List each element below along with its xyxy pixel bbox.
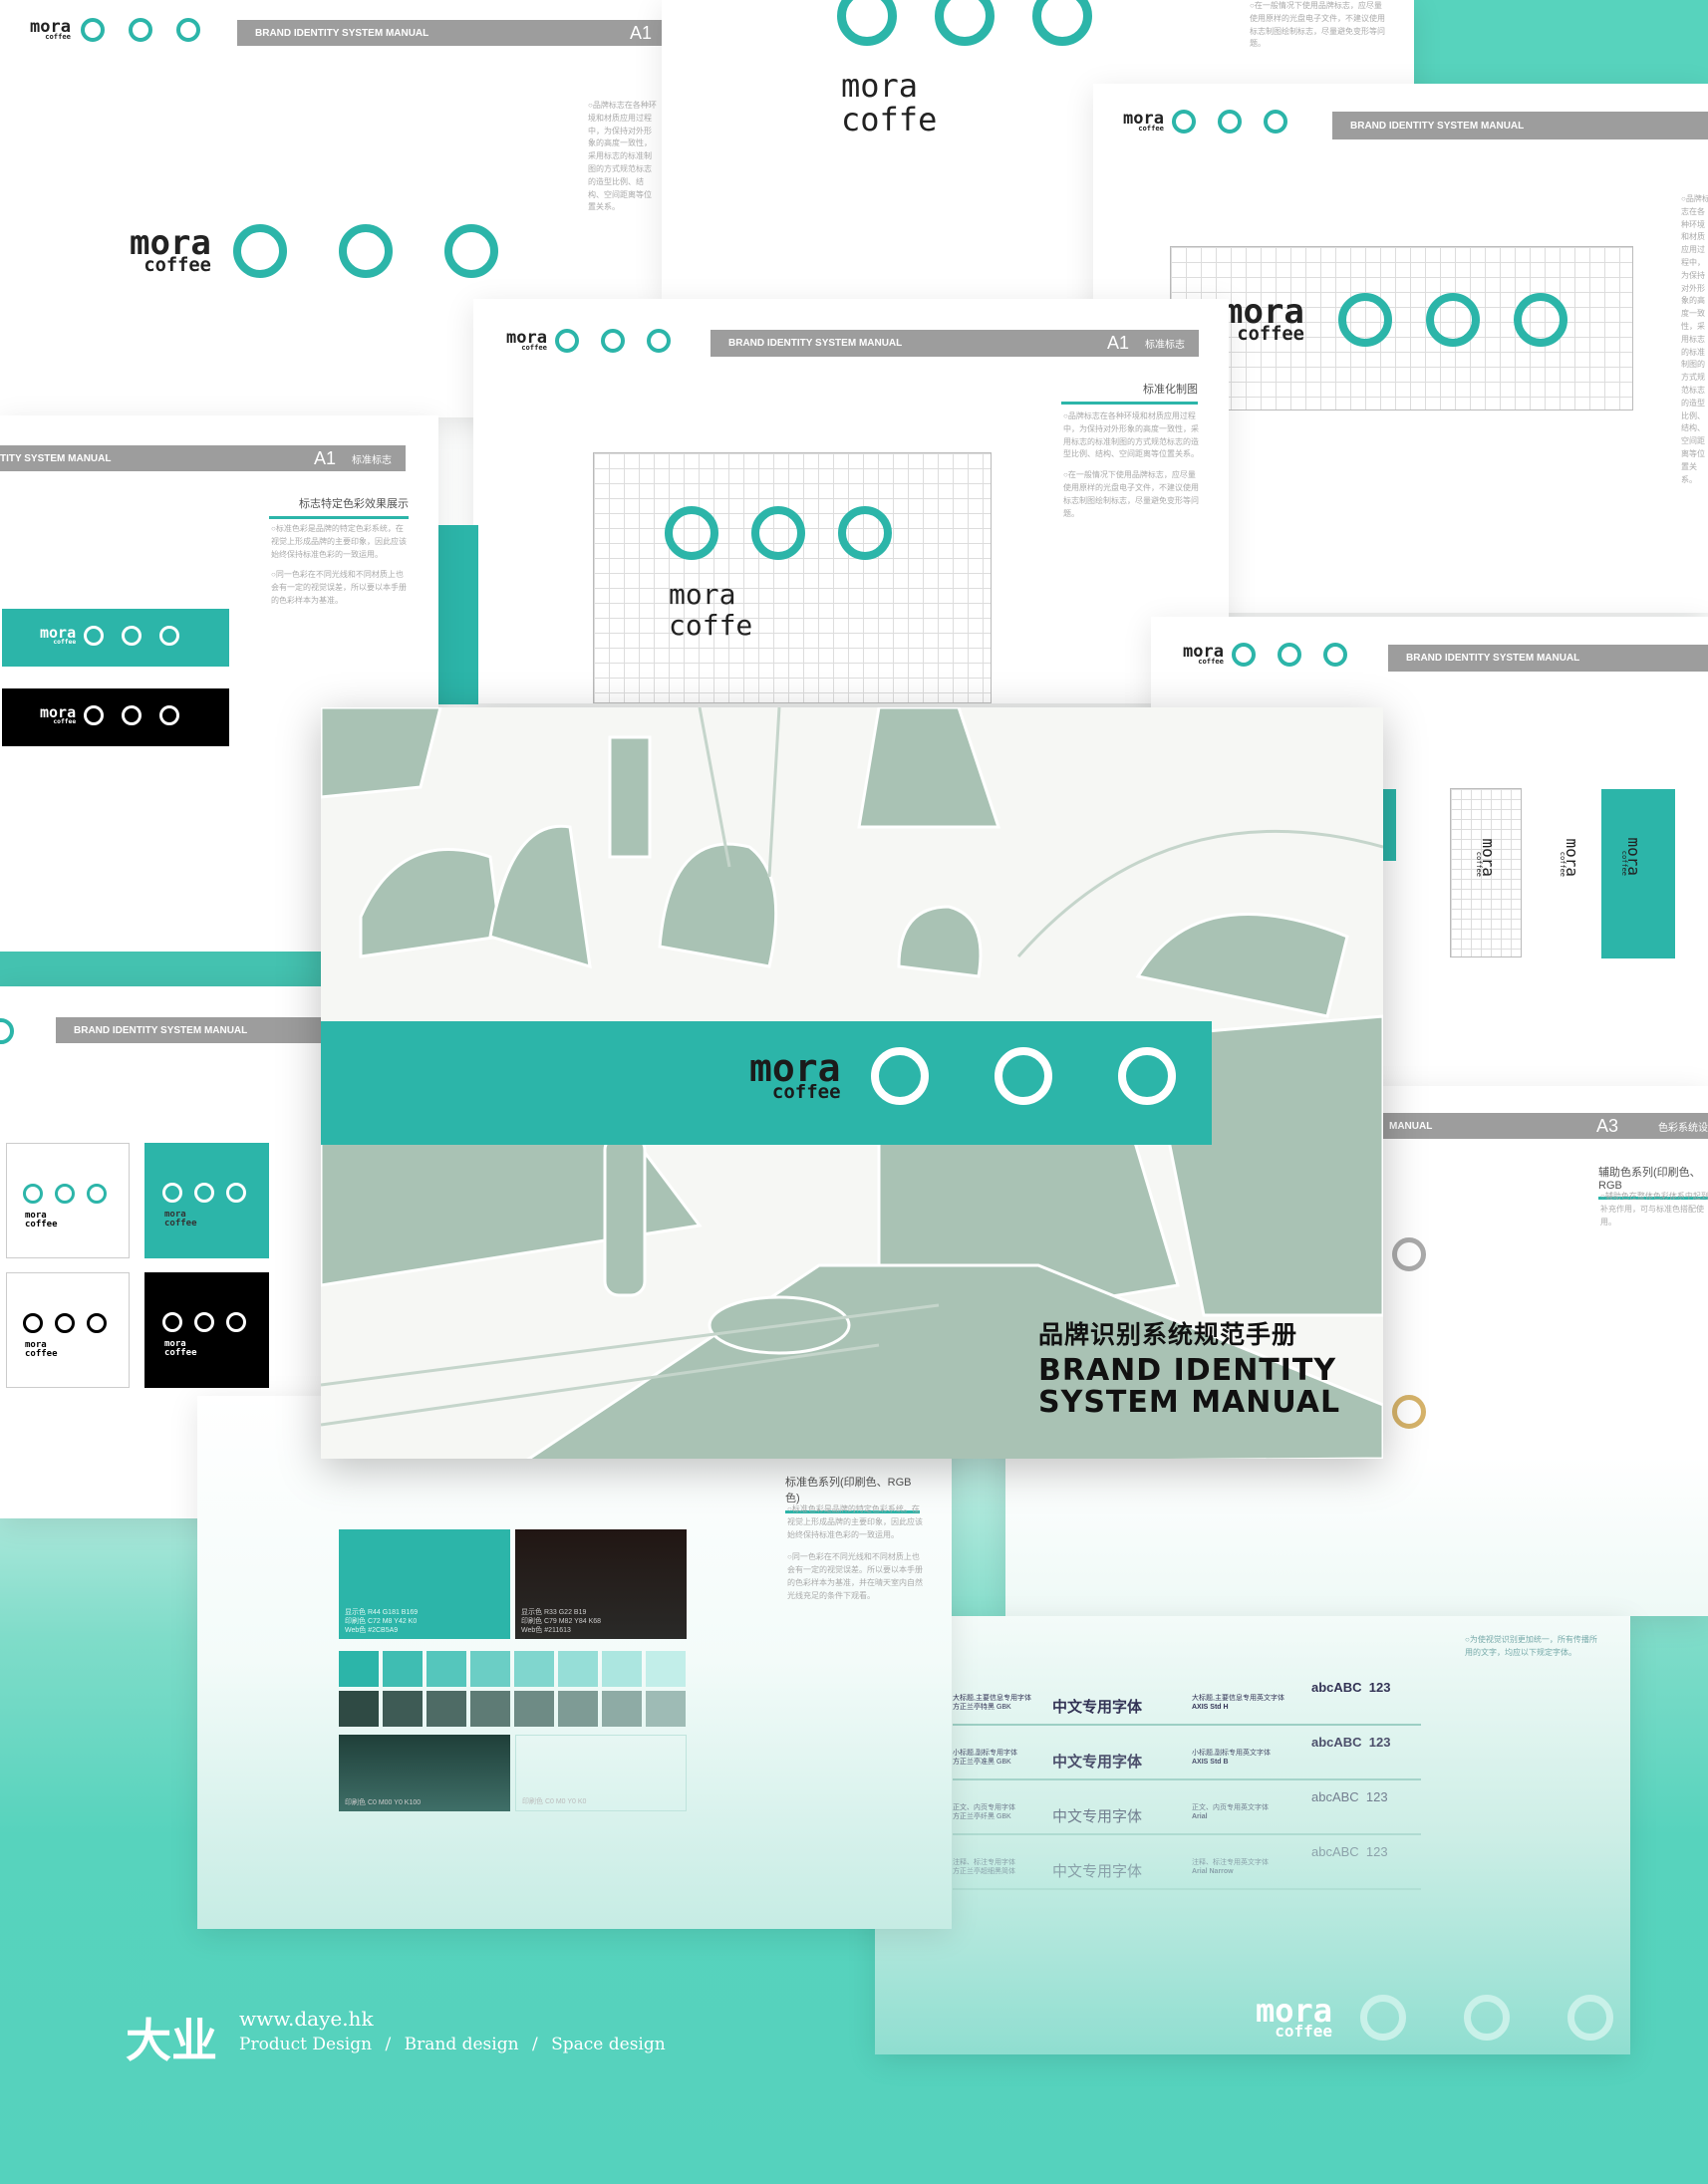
header-logo: mora coffee xyxy=(30,18,200,42)
service-brand: Brand design xyxy=(404,2035,519,2054)
teal-swatch xyxy=(1382,789,1396,861)
page-standard-drawing: mora coffee BRAND IDENTITY SYSTEM MANUAL A… xyxy=(473,299,1229,703)
tint-swatch xyxy=(339,1691,379,1727)
gray-ring-icon xyxy=(1392,1237,1426,1271)
page-typography: ○为使视觉识别更加统一，所有传播所用的文字，均应以下规定字体。 大标题,主要信息… xyxy=(875,1616,1630,2054)
tint-swatch xyxy=(514,1651,554,1687)
manual-bar: BRAND IDENTITY SYSTEM MANUAL A1 标准标志 xyxy=(711,330,1199,357)
logo-on-teal: mora coffee xyxy=(2,609,229,667)
vertical-logo: mora coffee xyxy=(1559,838,1582,878)
logo-tile-teal: mora coffee xyxy=(144,1143,269,1258)
tint-swatch xyxy=(646,1691,686,1727)
tint-swatch xyxy=(427,1651,466,1687)
tint-swatch xyxy=(602,1691,642,1727)
tint-swatch xyxy=(558,1691,598,1727)
font-row: 大标题,主要信息专用字体 方正兰亭特黑 GBK 中文专用字体 大标题,主要信息专用… xyxy=(953,1676,1421,1726)
logo-tile-white: mora coffee xyxy=(6,1143,130,1258)
logo-wordmark: mora coffe xyxy=(841,67,938,138)
font-row: 正文、内页专用字体 方正兰亭纤黑 GBK 中文专用字体 正文、内页专用英文字体 Ar… xyxy=(953,1785,1421,1835)
font-row: 小标题,副标专用字体 方正兰亭准黑 GBK 中文专用字体 小标题,副标专用英文字体… xyxy=(953,1731,1421,1780)
body-text: ○为使视觉识别更加统一，所有传播所用的文字，均应以下规定字体。 xyxy=(1465,1635,1597,1657)
footer-url[interactable]: www.daye.hk xyxy=(239,2007,666,2031)
footer-info: www.daye.hk Product Design / Brand desig… xyxy=(239,2007,666,2054)
teal-accent-band xyxy=(0,952,329,986)
tint-swatch xyxy=(339,1651,379,1687)
font-row: 注释、标注专用字体 方正兰亭超细黑简体 中文专用字体 注释、标注专用英文字体 Ari… xyxy=(953,1840,1421,1890)
body-text: ○辅助色在整体色彩体系中起到补充作用，可与标准色搭配使用。 xyxy=(1600,1192,1708,1227)
body-text: ○品牌标志在各种环境和材质应用过程中，为保持对外形象的高度一致性，采用标志的标准… xyxy=(1063,411,1199,518)
body-text: ○标准色彩是品牌的特定色彩系统，在视觉上形成品牌的主要印象，因此应该始终保持标准… xyxy=(271,524,407,605)
background-teal-corner xyxy=(1414,0,1708,84)
grid-logo: mora coffee xyxy=(1223,293,1567,347)
ring-icon xyxy=(0,1018,14,1044)
logo-tile-black: mora coffee xyxy=(144,1272,269,1388)
body-text: ○标准色彩是品牌的特定色彩系统。在视觉上形成品牌的主要印象，因此应该始终保持标准… xyxy=(787,1504,923,1600)
manual-bar: BRAND IDENTITY SYSTEM MANUAL xyxy=(56,1017,321,1043)
separator: / xyxy=(385,2035,392,2054)
tint-swatch xyxy=(602,1651,642,1687)
logo-rings xyxy=(837,0,1092,46)
grid-logo-rings xyxy=(665,506,892,560)
tint-swatch xyxy=(514,1691,554,1727)
tint-swatch xyxy=(470,1651,510,1687)
teal-accent-band xyxy=(438,525,478,704)
header-logo: mora coffee xyxy=(506,329,671,353)
cover-logo-band: mora coffee xyxy=(321,1021,1212,1145)
construction-grid xyxy=(593,452,992,703)
tint-swatch xyxy=(470,1691,510,1727)
manual-bar: BRAND IDENTITY SYSTEM MANUAL xyxy=(1388,645,1708,672)
swatch-dark: 显示色 R33 G22 B19 印刷色 C79 M82 Y84 K68 Web色 #… xyxy=(515,1529,687,1639)
separator: / xyxy=(531,2035,538,2054)
logo-tile-white-black: mora coffee xyxy=(6,1272,130,1388)
manual-bar: BRAND IDENTITY SYSTEM MANUAL xyxy=(1332,112,1708,139)
body-text: ○品牌标志在各种环境和材质应用过程中，为保持对外形象的高度一致性，采用标志的标准… xyxy=(588,101,657,212)
header-logo: mora coffee xyxy=(1123,110,1287,134)
footer-logo: mora coffee xyxy=(1256,1994,1614,2041)
logo-on-black: mora coffee xyxy=(2,688,229,746)
tint-swatch xyxy=(558,1651,598,1687)
gold-ring-icon xyxy=(1392,1395,1426,1429)
cover-title: 品牌识别系统规范手册 BRAND IDENTITY SYSTEM MANUAL xyxy=(1038,1321,1341,1420)
vertical-logo: mora coffee xyxy=(1475,838,1499,878)
swatch-white: 印刷色 C0 M0 Y0 K0 xyxy=(515,1735,687,1811)
grid-logo-wordmark: mora coffe xyxy=(669,578,753,642)
manual-bar: BRAND IDENTITY SYSTEM MANUAL A1 xyxy=(237,20,662,46)
body-text: ○品牌标志在各种环境和材质应用过程中，为保持对外形象的高度一致性，采用标志的标准… xyxy=(1681,194,1708,484)
main-logo: mora coffee xyxy=(130,224,498,278)
manual-bar: TITY SYSTEM MANUAL A1 标准标志 xyxy=(0,445,406,471)
service-product: Product Design xyxy=(239,2035,373,2054)
tint-swatch xyxy=(646,1651,686,1687)
body-text: ○在一般情况下使用品牌标志，应尽量使用原样的光盘电子文件，不建议使用标志制图绘制… xyxy=(1250,1,1385,49)
tint-swatch xyxy=(383,1651,423,1687)
vertical-logo-teal: mora coffee xyxy=(1601,789,1675,958)
tint-swatch xyxy=(383,1691,423,1727)
daye-logo: 大业 xyxy=(126,2014,217,2067)
section-heading: 标准化制图 xyxy=(1061,381,1198,405)
service-space: Space design xyxy=(551,2035,666,2054)
tint-swatch xyxy=(427,1691,466,1727)
swatch-teal: 显示色 R44 G181 B169 印刷色 C72 M8 Y42 K0 Web色 #… xyxy=(339,1529,510,1639)
header-logo: mora coffee xyxy=(1183,643,1347,667)
cover-logo: mora coffee xyxy=(749,1047,1176,1105)
section-heading: 标志特定色彩效果展示 xyxy=(269,495,409,519)
manual-cover: mora coffee 品牌识别系统规范手册 BRAND IDENTITY SYS… xyxy=(321,707,1383,1459)
swatch-black: 印刷色 C0 M00 Y0 K100 xyxy=(339,1735,510,1811)
page-standard-colors: 标准色系列(印刷色、RGB色) ○标准色彩是品牌的特定色彩系统。在视觉上形成品牌… xyxy=(197,1396,952,1929)
